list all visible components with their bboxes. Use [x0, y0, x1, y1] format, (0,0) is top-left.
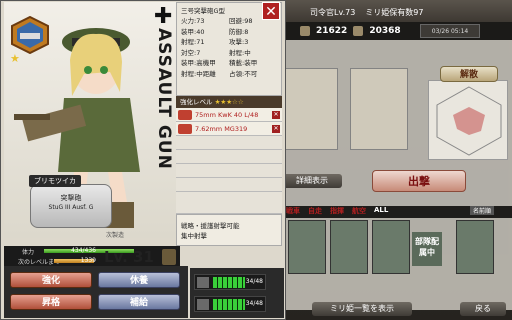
name-plate: ブリモツイカ 突撃砲 StuG III Ausf. G: [29, 175, 112, 228]
enhance-level-label: 強化レベル: [180, 98, 213, 106]
empty-weapon-slot[interactable]: [176, 164, 282, 178]
hp-label: 体力: [22, 249, 35, 256]
tab-tank[interactable]: 戦車: [286, 206, 300, 218]
unit-thumbnail[interactable]: [330, 220, 368, 274]
stat-row: 射程:中距離 占領:不可: [181, 69, 258, 78]
unit-thumbnail[interactable]: [372, 220, 410, 274]
date-display: 03/26 05:14: [420, 24, 480, 38]
stat-row: 対空:7 射程:中: [181, 48, 251, 57]
weapon-name: 75mm KwK 40 L/48: [195, 110, 259, 119]
enhance-level-header: 強化レベル ★★★☆☆: [176, 96, 282, 108]
empty-weapon-slot[interactable]: [176, 192, 282, 214]
show-list-button[interactable]: ミリ姫一覧を表示: [312, 302, 412, 316]
top-bar: 司令官Lv.73 ミリ姫保有数97: [280, 0, 512, 24]
rest-button[interactable]: 休養: [98, 272, 180, 288]
tank-emblem-icon: [10, 15, 50, 55]
lock-icon[interactable]: [162, 249, 176, 265]
empty-weapon-slot[interactable]: [176, 150, 282, 164]
tab-air[interactable]: 航空: [352, 206, 366, 218]
ammo-icon: [353, 26, 364, 36]
remove-icon[interactable]: ✕: [272, 110, 280, 119]
deployed-badge: 部隊配属中: [412, 232, 442, 266]
cannon-icon: [178, 109, 192, 120]
stat-row: 装甲:高機甲 積載:装甲: [181, 59, 258, 67]
unit-model-label: StuG III Ausf. G: [48, 204, 94, 211]
empty-weapon-slot[interactable]: [176, 136, 282, 150]
unit-type-label: 突撃砲: [60, 194, 82, 202]
fuel-icon: [300, 26, 310, 36]
unit-thumbnail[interactable]: [456, 220, 494, 274]
gauge-bars: [213, 277, 245, 288]
hp-value: 434/436: [71, 247, 96, 254]
stat-row: 装甲:40 防御:8: [181, 27, 249, 36]
dismiss-button[interactable]: 解散: [440, 66, 498, 82]
enhance-button[interactable]: 強化: [10, 272, 92, 288]
enhance-stars: ★★★☆☆: [214, 98, 244, 106]
weapon-slot[interactable]: 75mm KwK 40 L/48 ✕: [176, 108, 282, 122]
sortie-button[interactable]: 出撃: [372, 170, 466, 192]
stat-radar-chart: [428, 80, 508, 160]
ability-line: 集中射撃: [181, 232, 207, 240]
unit-level: Lv. 31: [104, 248, 154, 266]
fuel-gauge: 34/48: [194, 274, 266, 290]
supply-button[interactable]: 補給: [98, 294, 180, 310]
back-button[interactable]: 戻る: [460, 302, 506, 316]
unit-thumbnail[interactable]: [288, 220, 326, 274]
ammo-gauge: 34/48: [194, 296, 266, 312]
detail-button[interactable]: 詳細表示: [282, 174, 342, 188]
unit-name: ブリモツイカ: [29, 175, 81, 187]
ability-line: 戦略・援護射撃可能: [181, 222, 240, 230]
exp-value: 1339: [80, 257, 96, 264]
abilities-panel: 戦略・援護射撃可能 集中射撃: [176, 214, 282, 246]
remove-icon[interactable]: ✕: [272, 124, 280, 133]
fuel-value: 21622: [316, 26, 348, 36]
weapon-slot[interactable]: 7.62mm MG319 ✕: [176, 122, 282, 136]
owned-count: ミリ姫保有数97: [365, 7, 424, 17]
empty-weapon-slot[interactable]: [176, 178, 282, 192]
promote-button[interactable]: 昇格: [10, 294, 92, 310]
commander-level: 司令官Lv.73: [310, 7, 356, 17]
ammo-icon: [197, 299, 209, 310]
weapon-name: 7.62mm MG319: [195, 124, 248, 133]
gauge-bars: [213, 299, 245, 310]
tab-selfpropelled[interactable]: 自走: [308, 206, 322, 218]
machine-gun-icon: [178, 123, 192, 134]
stat-row: 射程:71 攻撃:3: [181, 38, 249, 46]
fuel-can-icon: [197, 277, 209, 288]
production-label: 次製造: [106, 232, 125, 239]
gauge-value: 34/48: [245, 300, 263, 307]
close-icon[interactable]: ✕: [262, 2, 280, 20]
sort-selector[interactable]: 名前順: [470, 206, 495, 215]
iron-cross-icon: ✚: [154, 4, 173, 29]
tab-command[interactable]: 指揮: [330, 206, 344, 218]
gauge-value: 34/48: [245, 278, 263, 285]
favorite-star-icon[interactable]: ★: [10, 52, 20, 65]
ammo-value: 20368: [369, 26, 401, 36]
tab-all[interactable]: ALL: [374, 206, 388, 218]
unit-card[interactable]: [280, 68, 338, 150]
unit-card[interactable]: [350, 68, 408, 150]
unit-type-vertical: ASSAULT GUN: [154, 28, 174, 170]
